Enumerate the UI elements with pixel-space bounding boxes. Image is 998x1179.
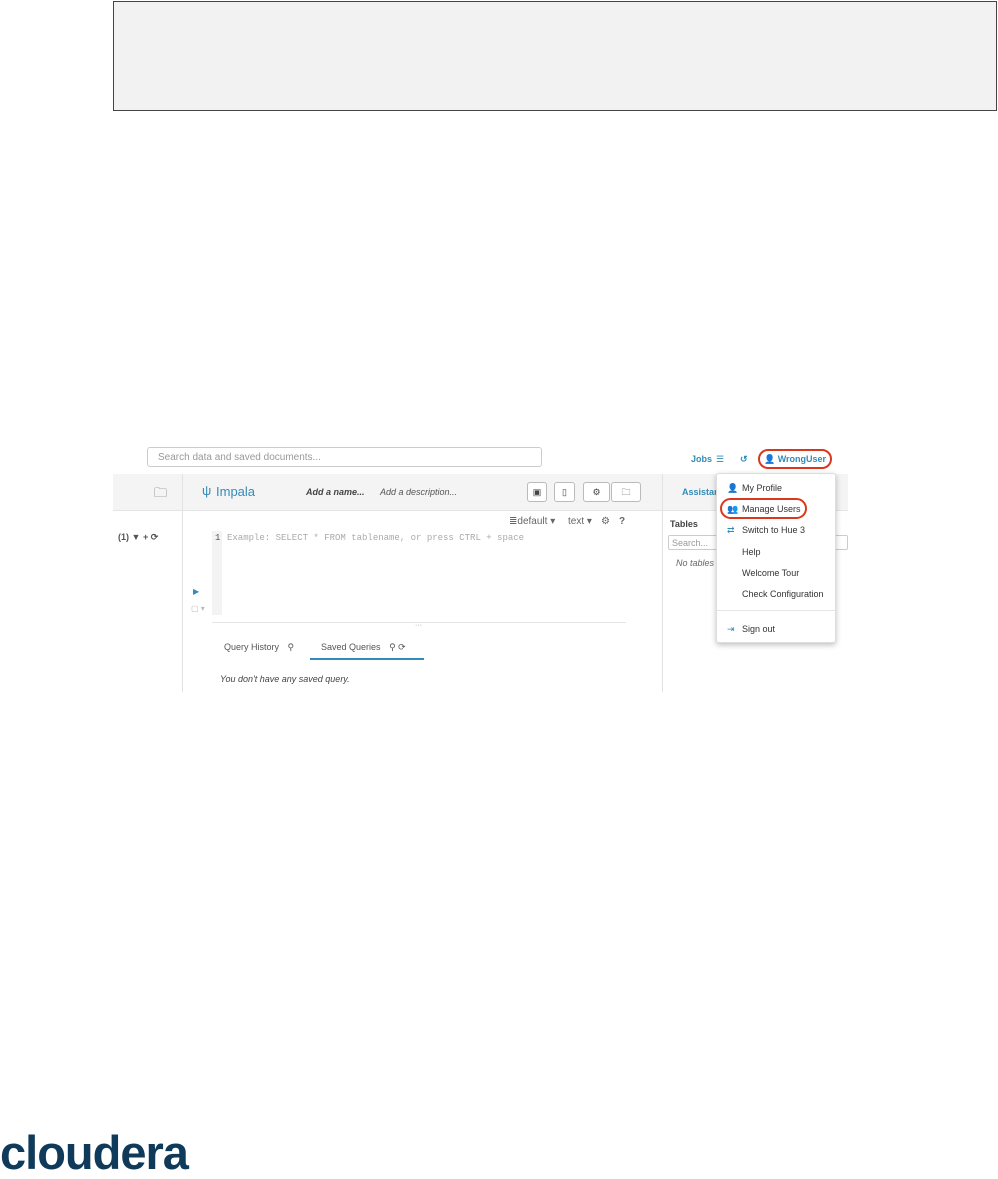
menu-item-sign-out[interactable]: ⇥ Sign out <box>717 619 835 639</box>
format-select[interactable]: text ▾ <box>568 516 592 527</box>
new-document-button[interactable]: ▯ <box>554 482 575 502</box>
filter-icon[interactable]: ▼ <box>132 532 141 542</box>
refresh-icon[interactable]: ⟳ <box>398 642 406 652</box>
tab-query-history[interactable]: Query History ⚲ <box>224 642 294 653</box>
save-icon: ▣ <box>532 487 542 497</box>
user-dropdown-menu: 👤 My Profile 👥 Manage Users ⇄ Switch to … <box>716 473 836 643</box>
save-button[interactable]: ▣ <box>527 482 547 502</box>
file-icon: ▯ <box>562 487 567 497</box>
manage-users-highlight <box>720 498 807 519</box>
settings-button[interactable]: ⚙ <box>583 482 610 502</box>
search-input[interactable]: Search data and saved documents... <box>147 447 542 467</box>
query-name-field[interactable]: Add a name... <box>306 487 365 497</box>
query-editor[interactable]: Example: SELECT * FROM tablename, or pre… <box>227 533 524 543</box>
exchange-icon: ⇄ <box>727 525 735 535</box>
editor-type-title: Impala <box>216 484 256 499</box>
cloudera-logo: cloudera <box>0 1126 189 1179</box>
menu-item-help[interactable]: Help <box>717 542 835 562</box>
menu-item-check-configuration[interactable]: Check Configuration <box>717 584 835 604</box>
menu-divider <box>717 610 835 611</box>
database-select[interactable]: ≣default ▾ <box>509 516 555 527</box>
expand-icon[interactable]: ▢ ▾ <box>191 604 205 613</box>
sign-out-icon: ⇥ <box>727 624 735 634</box>
open-folder-button[interactable]: 🗀 <box>611 482 641 502</box>
cogs-icon: ⚙ <box>592 487 601 497</box>
line-number: 1 <box>215 533 221 543</box>
user-icon: 👤 <box>727 483 739 493</box>
search-icon[interactable]: ⚲ <box>288 642 295 652</box>
code-box <box>113 1 997 111</box>
no-tables-message: No tables <box>676 558 715 568</box>
tables-heading: Tables <box>670 519 698 529</box>
snippet-count: (1) <box>118 532 129 542</box>
folder-open-icon: 🗀 <box>621 487 631 497</box>
tab-saved-queries[interactable]: Saved Queries ⚲ ⟳ <box>321 642 406 653</box>
snippet-controls: (1) ▼ + ⟳ <box>118 532 158 543</box>
folder-icon[interactable]: 🗀 <box>154 484 167 506</box>
hue-screenshot: Search data and saved documents... Jobs … <box>113 440 848 692</box>
active-tab-indicator <box>310 658 424 660</box>
resize-handle[interactable]: ··· <box>415 622 422 629</box>
gear-icon[interactable]: ⚙ <box>601 516 610 527</box>
user-icon: 👤 <box>763 454 776 464</box>
sliders-icon[interactable]: ☰ <box>716 454 724 465</box>
refresh-icon[interactable]: ⟳ <box>151 532 159 542</box>
left-divider <box>182 474 183 692</box>
help-icon[interactable]: ? <box>619 516 625 527</box>
play-icon[interactable]: ▶ <box>193 587 199 596</box>
search-icon[interactable]: ⚲ <box>389 642 396 652</box>
empty-saved-queries-message: You don't have any saved query. <box>220 674 350 684</box>
menu-item-welcome-tour[interactable]: Welcome Tour <box>717 563 835 583</box>
user-name: WrongUser <box>777 454 827 464</box>
editor-gutter <box>212 531 222 615</box>
right-divider <box>662 474 663 692</box>
query-description-field[interactable]: Add a description... <box>380 487 457 497</box>
user-menu-button[interactable]: 👤 WrongUser <box>758 449 832 469</box>
impala-icon: ψ <box>202 483 212 498</box>
jobs-link[interactable]: Jobs <box>691 454 712 464</box>
history-icon[interactable]: ↺ <box>740 454 748 465</box>
menu-item-my-profile[interactable]: 👤 My Profile <box>717 478 835 498</box>
plus-icon[interactable]: + <box>143 532 148 542</box>
menu-item-switch-hue3[interactable]: ⇄ Switch to Hue 3 <box>717 520 835 540</box>
